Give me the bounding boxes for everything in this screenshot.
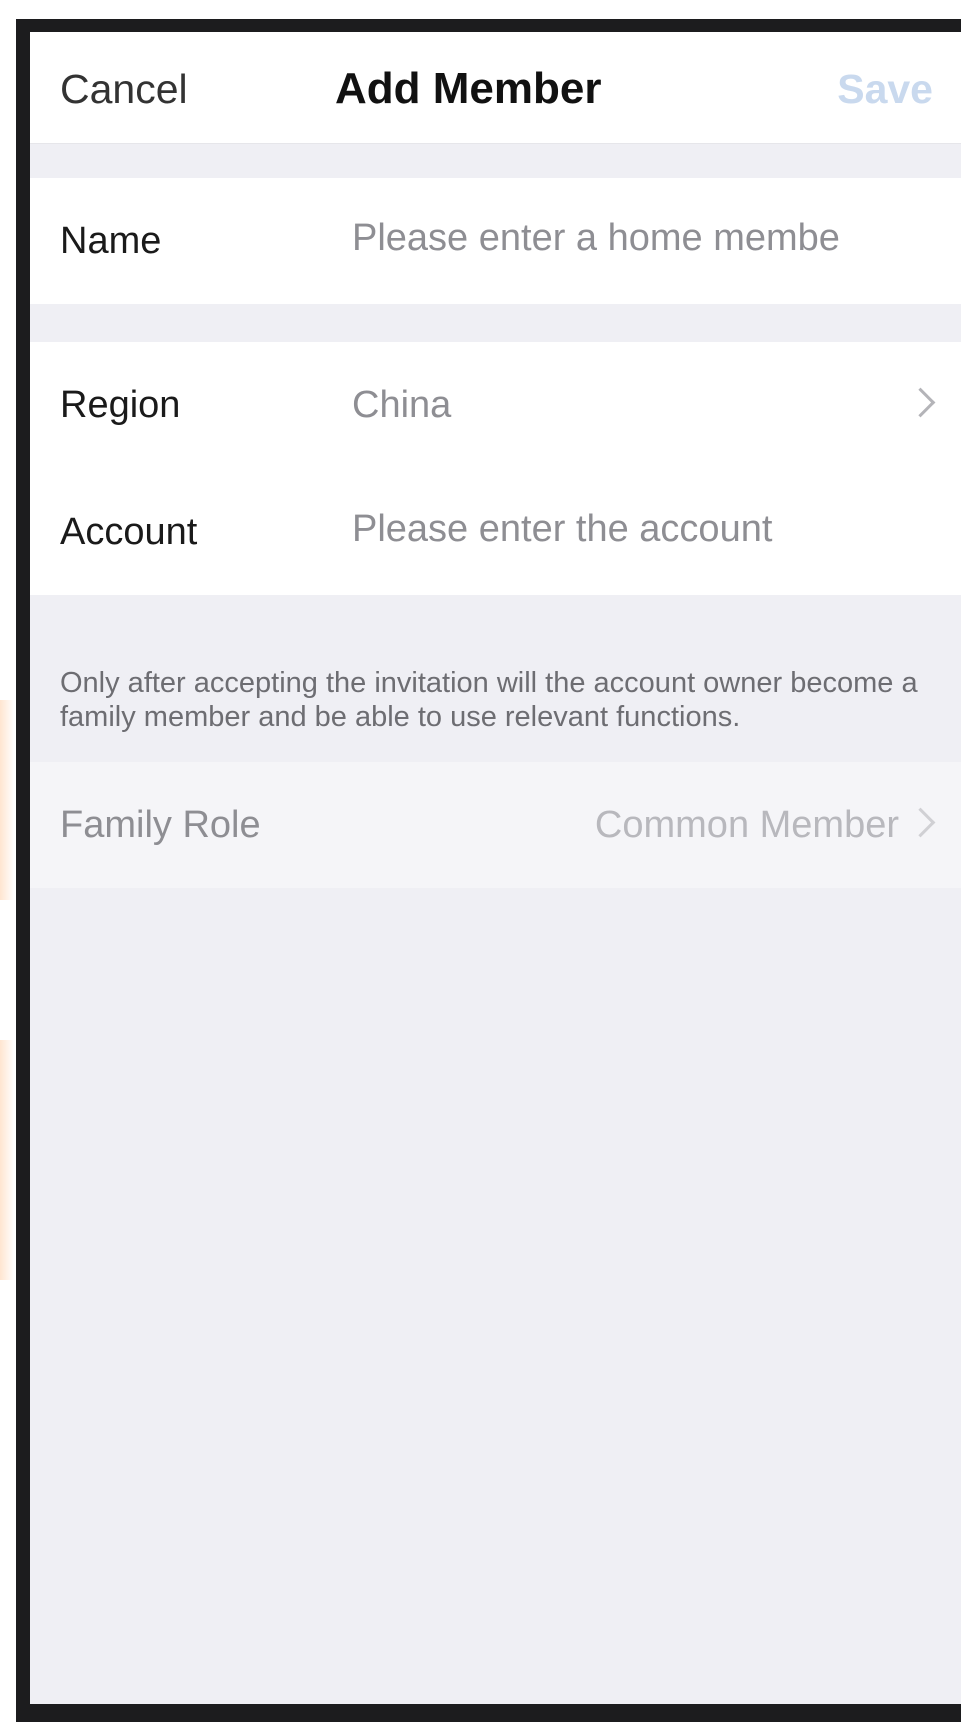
chevron-right-icon bbox=[905, 807, 936, 838]
edge-bleed bbox=[0, 1040, 14, 1280]
invitation-note: Only after accepting the invitation will… bbox=[60, 667, 918, 733]
navigation-bar: Cancel Add Member Save bbox=[30, 32, 961, 144]
region-account-group: Region China Account bbox=[30, 342, 961, 595]
cancel-button[interactable]: Cancel bbox=[60, 66, 188, 113]
account-row: Account bbox=[30, 469, 961, 595]
save-button[interactable]: Save bbox=[773, 66, 933, 113]
edge-bleed bbox=[0, 700, 14, 900]
family-role-row[interactable]: Family Role Common Member bbox=[30, 762, 961, 888]
region-label: Region bbox=[60, 384, 181, 426]
name-input[interactable] bbox=[352, 208, 961, 268]
region-value: China bbox=[352, 384, 452, 426]
account-label: Account bbox=[60, 511, 198, 553]
family-role-label: Family Role bbox=[60, 804, 261, 846]
page-title: Add Member bbox=[335, 64, 602, 113]
add-member-screen: Cancel Add Member Save Name Region China… bbox=[30, 32, 961, 1704]
region-row[interactable]: Region China bbox=[30, 342, 961, 468]
save-button-label: Save bbox=[837, 66, 933, 112]
name-label: Name bbox=[60, 220, 162, 262]
name-group: Name bbox=[30, 178, 961, 304]
name-row: Name bbox=[30, 178, 961, 304]
family-role-value: Common Member bbox=[594, 804, 899, 846]
account-input[interactable] bbox=[352, 499, 961, 559]
